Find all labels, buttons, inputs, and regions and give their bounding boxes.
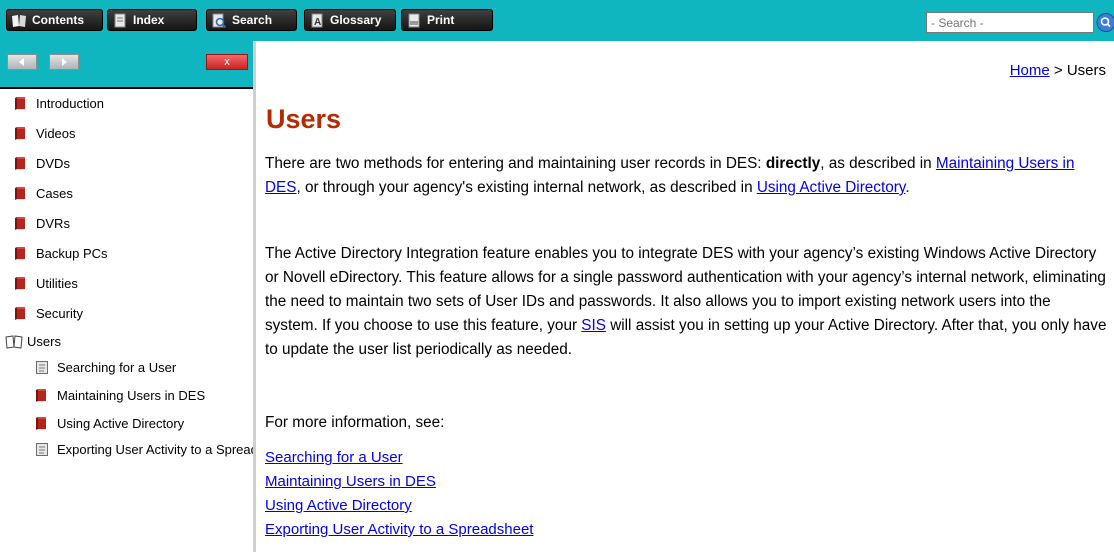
toc-item-label: Videos [36,125,76,141]
intro-text-4: . [905,179,910,196]
intro-text-1: There are two methods for entering and m… [265,155,766,172]
toc-item-dvrs[interactable]: DVRs [14,213,70,233]
search-label: Search [232,13,273,27]
toc-item-label: Searching for a User [57,359,177,375]
intro-text-2: , as described in [820,155,936,172]
open-book-icon [5,334,23,349]
intro-text-3: , or through your agency's existing inte… [296,179,757,196]
maintaining-users-in-des-link[interactable]: Maintaining Users in DES [265,470,533,494]
toc-tree: Introduction Videos DVDs Cases DVRs Back… [0,89,253,552]
using-active-directory-link[interactable]: Using Active Directory [757,179,905,196]
closed-book-icon [14,246,28,261]
index-button[interactable]: Index [107,9,197,31]
toc-item-label: Utilities [36,275,78,291]
toc-item-using-active-directory[interactable]: Using Active Directory [35,413,184,433]
contents-button[interactable]: Contents [6,9,103,31]
back-button[interactable] [7,54,37,70]
search-input[interactable] [926,12,1094,33]
closed-book-icon [35,416,49,431]
toc-item-label: DVDs [36,155,70,171]
toc-item-label: DVRs [36,215,70,231]
closed-book-icon [14,186,28,201]
intro-paragraph: There are two methods for entering and m… [265,152,1107,200]
toc-item-utilities[interactable]: Utilities [14,273,78,293]
toc-item-label: Backup PCs [36,245,108,261]
toc-sidebar: x Introduction Videos DVDs Cases DVRs Ba… [0,41,256,552]
page-icon [35,360,49,375]
toc-item-label: Users [27,333,61,349]
toc-item-label: Using Active Directory [57,415,185,431]
toc-item-label: Cases [36,185,73,201]
print-label: Print [427,13,455,27]
glossary-label: Glossary [330,13,382,27]
page-title: Users [266,104,342,134]
arrow-left-icon [19,58,24,66]
search-button[interactable]: Search [206,9,297,31]
search-go-button[interactable] [1094,12,1114,33]
top-toolbar: Contents Index Search A Glossary Print [0,0,1114,41]
using-active-directory-link-2[interactable]: Using Active Directory [265,494,533,518]
toc-item-dvds[interactable]: DVDs [14,153,70,173]
toc-item-videos[interactable]: Videos [14,123,76,143]
closed-book-icon [14,126,28,141]
close-pane-button[interactable]: x [206,54,248,70]
toc-item-label: Security [36,305,83,321]
glossary-button[interactable]: A Glossary [304,9,396,31]
intro-bold-text: directly [765,155,821,172]
toc-item-users[interactable]: Users [5,331,61,351]
toc-item-maintaining-users-in-des[interactable]: Maintaining Users in DES [35,385,205,405]
svg-text:A: A [314,17,321,28]
more-info-text: For more information, see: [265,414,445,431]
arrow-right-icon [62,58,67,66]
breadcrumb-separator: > [1049,62,1067,79]
forward-button[interactable] [49,54,79,70]
index-label: Index [133,13,165,27]
toc-item-label: Exporting User Activity to a Spreadsheet [57,441,253,457]
contents-label: Contents [32,13,84,27]
closed-book-icon [14,156,28,171]
print-button[interactable]: Print [401,9,493,31]
closed-book-icon [14,216,28,231]
print-icon [408,13,420,27]
glossary-icon: A [311,13,323,28]
sis-link[interactable]: SIS [581,317,606,334]
active-directory-paragraph: The Active Directory Integration feature… [265,242,1107,362]
magnifier-icon [1096,13,1114,32]
search-icon [212,13,227,28]
sidebar-header: x [0,41,253,89]
index-icon [114,13,126,27]
close-icon: x [224,56,230,68]
toc-item-searching-for-a-user[interactable]: Searching for a User [35,357,176,377]
exporting-user-activity-link[interactable]: Exporting User Activity to a Spreadsheet [265,518,533,542]
closed-book-icon [14,306,28,321]
breadcrumb: Home > Users [1010,62,1106,79]
searching-for-a-user-link[interactable]: Searching for a User [265,446,533,470]
toc-item-label: Introduction [36,95,104,111]
related-links-list: Searching for a User Maintaining Users i… [265,446,533,542]
breadcrumb-current: Users [1066,62,1106,79]
closed-book-icon [14,96,28,111]
toc-item-label: Maintaining Users in DES [57,387,206,403]
breadcrumb-home-link[interactable]: Home [1010,62,1050,79]
toc-item-cases[interactable]: Cases [14,183,73,203]
toc-item-security[interactable]: Security [14,303,83,323]
closed-book-icon [14,276,28,291]
closed-book-icon [35,388,49,403]
contents-icon [12,14,26,27]
topic-content: Home > Users Users There are two methods… [256,41,1114,552]
toc-item-backup-pcs[interactable]: Backup PCs [14,243,108,263]
toc-item-introduction[interactable]: Introduction [14,93,104,113]
page-icon [35,442,49,457]
toc-item-exporting-user-activity[interactable]: Exporting User Activity to a Spreadsheet [35,439,253,459]
